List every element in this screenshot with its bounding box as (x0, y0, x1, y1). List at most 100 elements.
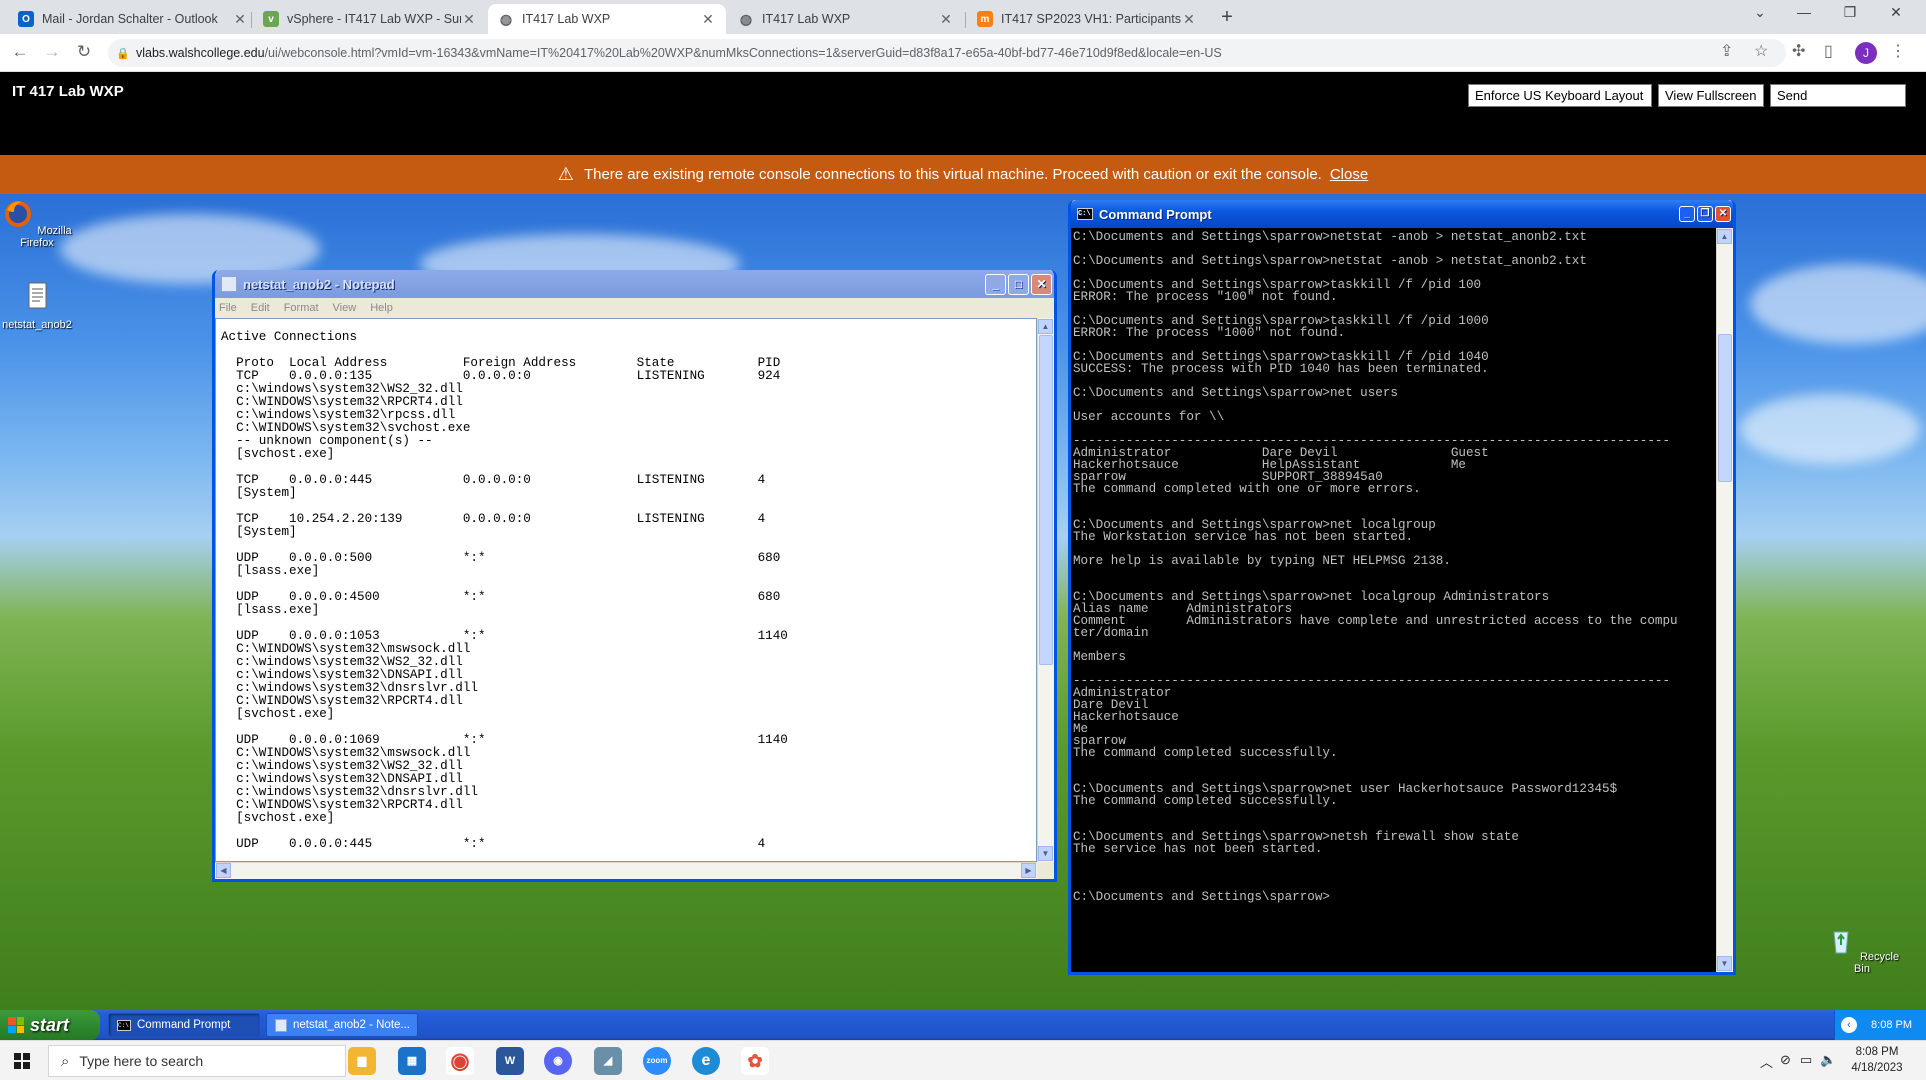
notepad-horizontal-scrollbar[interactable]: ◀ ▶ (215, 862, 1037, 879)
maximize-button[interactable]: □ (1008, 273, 1029, 295)
scroll-down-arrow[interactable]: ▼ (1717, 956, 1732, 971)
app-icon[interactable]: ✿ (741, 1047, 769, 1075)
warning-banner: ⚠ There are existing remote console conn… (0, 155, 1926, 194)
minimize-button[interactable]: — (1784, 4, 1824, 20)
url-host: vlabs.walshcollege.edu (136, 46, 265, 60)
scroll-thumb[interactable] (1039, 335, 1053, 665)
menu-view[interactable]: View (333, 302, 357, 314)
cmd-titlebar[interactable]: C:\ Command Prompt _ ❐ ✕ (1071, 200, 1733, 228)
lock-icon[interactable]: 🔒 (116, 47, 130, 60)
close-tab-icon[interactable]: ✕ (232, 11, 248, 28)
browser-tab-strip: O Mail - Jordan Schalter - Outlook ✕ v v… (0, 0, 1926, 34)
network-icon[interactable]: ▭ (1800, 1052, 1812, 1068)
task-label: netstat_anob2 - Note... (293, 1019, 410, 1031)
notepad-menubar: File Edit Format View Help (215, 298, 1054, 318)
close-tab-icon[interactable]: ✕ (1181, 11, 1197, 28)
notepad-title: netstat_anob2 - Notepad (243, 276, 395, 292)
scroll-right-arrow[interactable]: ▶ (1021, 863, 1036, 878)
store-icon[interactable]: ▦ (398, 1047, 426, 1075)
scroll-up-arrow[interactable]: ▲ (1717, 229, 1732, 244)
close-tab-icon[interactable]: ✕ (938, 11, 954, 28)
notepad-text-area[interactable]: Active Connections Proto Local Address F… (215, 318, 1037, 862)
warning-close-link[interactable]: Close (1330, 166, 1368, 183)
file-explorer-icon[interactable]: ▆ (348, 1047, 376, 1075)
menu-icon[interactable]: ⋮ (1890, 41, 1906, 61)
restore-button[interactable]: ❐ (1697, 206, 1713, 222)
tab-outlook[interactable]: O Mail - Jordan Schalter - Outlook ✕ (8, 4, 258, 34)
address-bar[interactable]: 🔒 vlabs.walshcollege.edu/ui/webconsole.h… (108, 39, 1786, 67)
new-tab-button[interactable]: + (1215, 6, 1239, 29)
tray-overflow-icon[interactable]: ︿ (1760, 1052, 1773, 1071)
close-tab-icon[interactable]: ✕ (461, 11, 477, 28)
close-button[interactable]: ✕ (1031, 273, 1052, 295)
unknown-app-icon[interactable]: ◢ (594, 1047, 622, 1075)
search-placeholder: Type here to search (79, 1053, 204, 1069)
zoom-icon[interactable]: zoom (643, 1047, 671, 1075)
bookmark-star-icon[interactable]: ☆ (1754, 41, 1768, 61)
tab-participants[interactable]: m IT417 SP2023 VH1: Participants ✕ (967, 4, 1207, 34)
tab-title: vSphere - IT417 Lab WXP - Summ (287, 12, 461, 26)
menu-help[interactable]: Help (370, 302, 393, 314)
vm-desktop[interactable]: Mozilla Firefox netstat_anob2 Recycle Bi… (0, 194, 1926, 1010)
tab-it417-lab[interactable]: ◍ IT417 Lab WXP ✕ (728, 4, 964, 34)
scroll-down-arrow[interactable]: ▼ (1038, 846, 1053, 861)
restore-button[interactable]: ❐ (1830, 4, 1870, 21)
reload-button[interactable]: ↻ (72, 42, 96, 62)
scroll-up-arrow[interactable]: ▲ (1038, 319, 1053, 334)
send-ctrl-alt-delete-button[interactable]: Send Ctrl+Alt+Delete (1770, 84, 1906, 124)
taskbar-item-command-prompt[interactable]: C:\ Command Prompt (108, 1013, 260, 1037)
command-prompt-window[interactable]: C:\ Command Prompt _ ❐ ✕ C:\Documents an… (1068, 200, 1736, 975)
cmd-vertical-scrollbar[interactable]: ▲ ▼ (1716, 228, 1733, 972)
view-fullscreen-button[interactable]: View Fullscreen (1658, 84, 1764, 107)
notepad-window[interactable]: netstat_anob2 - Notepad _ □ ✕ File Edit … (212, 270, 1057, 882)
close-window-button[interactable]: ✕ (1876, 4, 1916, 21)
volume-icon[interactable]: 🔈 (1820, 1052, 1836, 1068)
scroll-left-arrow[interactable]: ◀ (216, 863, 231, 878)
tab-vsphere[interactable]: v vSphere - IT417 Lab WXP - Summ ✕ (253, 4, 487, 34)
outlook-icon: O (18, 11, 34, 27)
tray-chevron-icon[interactable]: ‹ (1841, 1017, 1857, 1033)
close-tab-icon[interactable]: ✕ (700, 11, 716, 28)
tab-it417-lab-active[interactable]: ◍ IT417 Lab WXP ✕ (488, 4, 726, 34)
word-icon[interactable]: W (496, 1047, 524, 1075)
share-icon[interactable]: ⇪ (1720, 41, 1733, 61)
host-search-box[interactable]: ⌕ Type here to search (48, 1045, 346, 1077)
vm-title: IT 417 Lab WXP (12, 83, 124, 100)
edge-icon[interactable]: e (692, 1047, 720, 1075)
notepad-icon (221, 276, 237, 292)
profile-avatar[interactable]: J (1855, 42, 1877, 64)
host-clock[interactable]: 8:08 PM 4/18/2023 (1840, 1044, 1914, 1076)
chrome-icon[interactable]: ◉ (446, 1047, 474, 1075)
windows-start-icon[interactable] (14, 1053, 30, 1069)
desktop-icon-netstat-file[interactable]: netstat_anob2 (0, 280, 77, 331)
menu-format[interactable]: Format (284, 302, 319, 314)
minimize-button[interactable]: _ (985, 273, 1006, 295)
cmd-console-output[interactable]: C:\Documents and Settings\sparrow>netsta… (1071, 228, 1716, 972)
tab-search-icon[interactable]: ⌄ (1740, 4, 1780, 21)
extensions-icon[interactable]: ✣ (1792, 41, 1805, 61)
desktop-icon-firefox[interactable]: Mozilla Firefox (0, 198, 77, 249)
taskbar-item-notepad[interactable]: netstat_anob2 - Note... (266, 1013, 418, 1037)
tab-title: IT417 Lab WXP (762, 12, 851, 26)
side-panel-icon[interactable]: ▯ (1824, 41, 1833, 61)
close-button[interactable]: ✕ (1715, 206, 1731, 222)
desktop-icon-recycle-bin[interactable]: Recycle Bin (1822, 924, 1902, 975)
tab-title: Mail - Jordan Schalter - Outlook (42, 12, 218, 26)
discord-icon[interactable]: ◉ (544, 1047, 572, 1075)
back-button[interactable]: ← (8, 42, 32, 62)
globe-icon: ◍ (739, 10, 753, 27)
notepad-vertical-scrollbar[interactable]: ▲ ▼ (1037, 318, 1054, 862)
menu-file[interactable]: File (219, 302, 237, 314)
start-button[interactable]: start (0, 1010, 100, 1040)
enforce-keyboard-button[interactable]: Enforce US Keyboard Layout (1468, 84, 1652, 107)
scroll-thumb[interactable] (1718, 334, 1732, 482)
forward-button[interactable]: → (40, 42, 64, 62)
notepad-icon (275, 1018, 287, 1032)
minimize-button[interactable]: _ (1679, 206, 1695, 222)
notepad-titlebar[interactable]: netstat_anob2 - Notepad _ □ ✕ (215, 270, 1054, 298)
tray-app-icon[interactable]: ⊘ (1780, 1052, 1791, 1068)
xp-system-tray: ‹ 8:08 PM (1834, 1010, 1926, 1040)
host-taskbar: ⌕ Type here to search ▆ ▦ ◉ W ◉ ◢ zoom e… (0, 1040, 1926, 1080)
menu-edit[interactable]: Edit (251, 302, 270, 314)
icon-label: netstat_anob2 (2, 319, 72, 331)
